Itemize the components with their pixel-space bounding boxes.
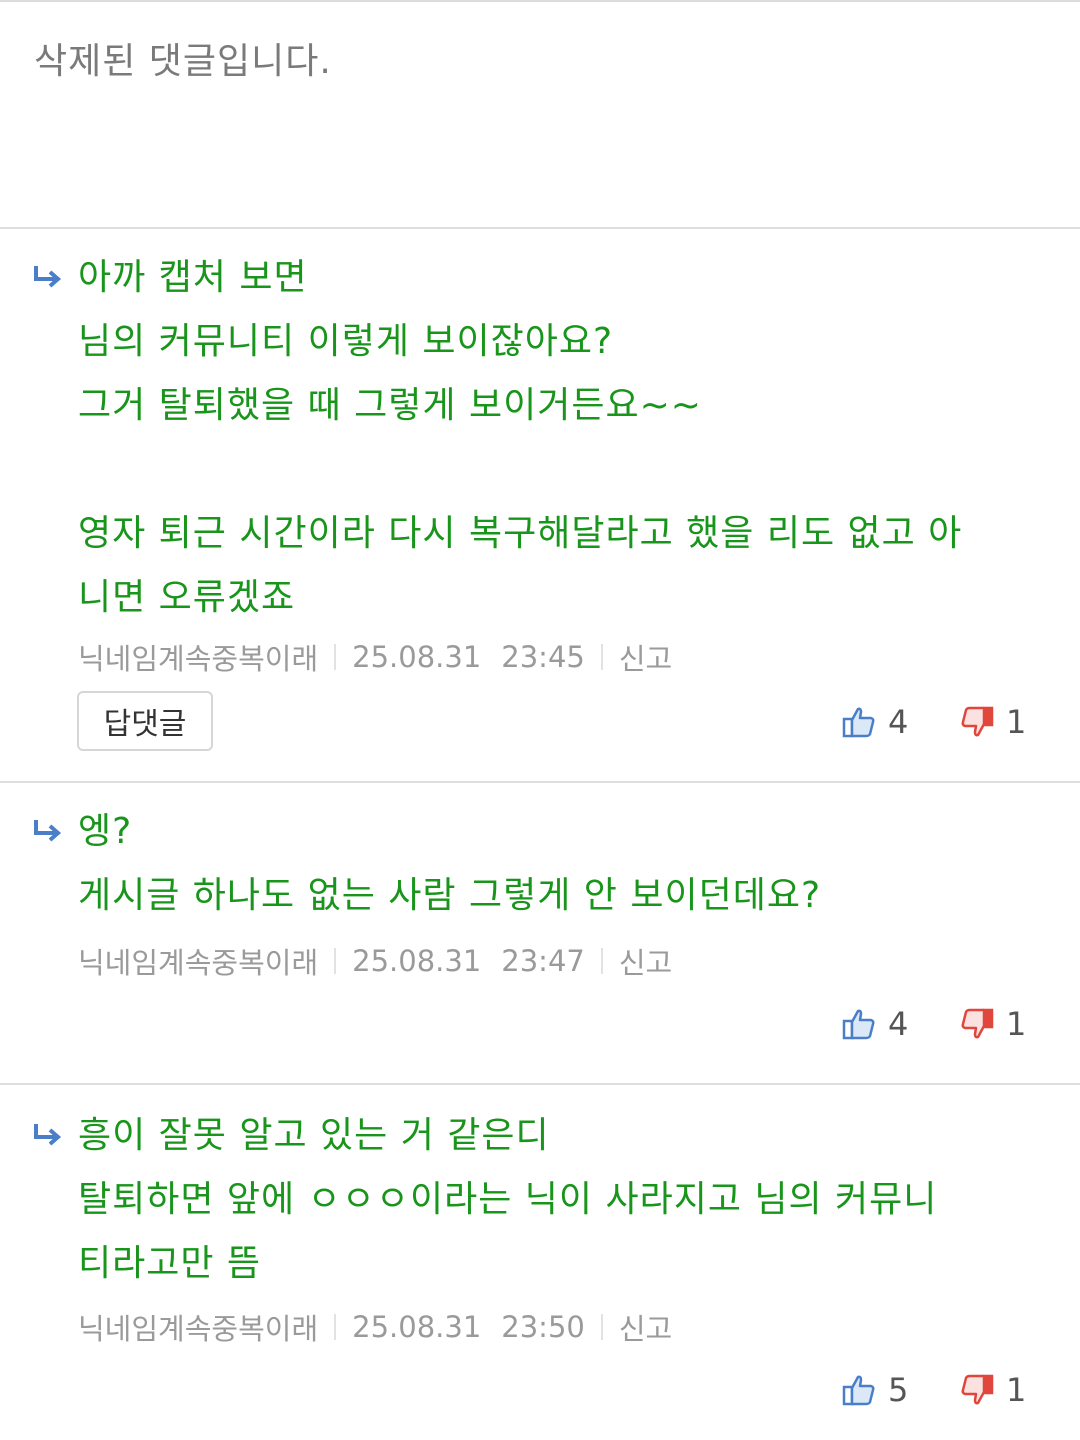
comment-time: 23:45 bbox=[501, 640, 585, 674]
reply-arrow-icon bbox=[34, 820, 62, 842]
deleted-comment: 삭제된 댓글입니다. bbox=[0, 2, 1080, 227]
reply-blank-line bbox=[78, 438, 1038, 502]
thumbs-up-icon bbox=[842, 707, 875, 738]
reply-line: 흥이 잘못 알고 있는 거 같은디 bbox=[78, 1115, 550, 1156]
reply-line: 그거 탈퇴했을 때 그렇게 보이거든요~~ bbox=[78, 385, 702, 426]
reply-line: 니면 오류겠죠 bbox=[78, 577, 296, 618]
reply-comment: 엥? 게시글 하나도 없는 사람 그렇게 안 보이던데요? 닉네임계속중복이래 … bbox=[0, 783, 1080, 1083]
meta-separator bbox=[334, 644, 337, 670]
reply-line: 아까 캡처 보면 bbox=[78, 257, 308, 298]
report-link[interactable]: 신고 bbox=[619, 636, 672, 678]
thumbs-down-icon bbox=[961, 1008, 994, 1039]
reply-button[interactable]: 답댓글 bbox=[77, 691, 213, 751]
meta-separator bbox=[600, 644, 603, 670]
thumbs-up-icon bbox=[842, 1009, 875, 1040]
reply-line: 엥? bbox=[78, 811, 133, 852]
comment-meta: 닉네임계속중복이래 25.08.31 23:50 신고 bbox=[78, 1307, 672, 1347]
meta-separator bbox=[334, 948, 337, 974]
report-link[interactable]: 신고 bbox=[619, 1306, 672, 1348]
comment-date: 25.08.31 bbox=[352, 640, 482, 674]
like-count: 4 bbox=[888, 703, 909, 741]
comment-time: 23:47 bbox=[501, 944, 585, 978]
reply-line: 님의 커뮤니티 이렇게 보이잖아요? bbox=[78, 321, 614, 362]
reply-comment: 흥이 잘못 알고 있는 거 같은디 탈퇴하면 앞에 ㅇㅇㅇ이라는 닉이 사라지고… bbox=[0, 1085, 1080, 1440]
like-count: 5 bbox=[888, 1371, 909, 1409]
reply-text: 아까 캡처 보면 님의 커뮤니티 이렇게 보이잖아요? 그거 탈퇴했을 때 그렇… bbox=[78, 246, 1038, 630]
meta-separator bbox=[600, 1314, 603, 1340]
author-name[interactable]: 닉네임계속중복이래 bbox=[78, 636, 318, 678]
reply-text: 엥? 게시글 하나도 없는 사람 그렇게 안 보이던데요? bbox=[78, 800, 1038, 928]
reply-arrow-icon bbox=[34, 266, 62, 288]
author-name[interactable]: 닉네임계속중복이래 bbox=[78, 1306, 318, 1348]
meta-separator bbox=[600, 948, 603, 974]
meta-separator bbox=[334, 1314, 337, 1340]
reply-line: 탈퇴하면 앞에 ㅇㅇㅇ이라는 닉이 사라지고 님의 커뮤니 bbox=[78, 1179, 938, 1220]
like-button[interactable]: 5 bbox=[842, 1370, 908, 1410]
thumbs-down-icon bbox=[961, 706, 994, 737]
dislike-button[interactable]: 1 bbox=[960, 702, 1026, 742]
like-button[interactable]: 4 bbox=[842, 702, 908, 742]
report-link[interactable]: 신고 bbox=[619, 940, 672, 982]
reply-line: 게시글 하나도 없는 사람 그렇게 안 보이던데요? bbox=[78, 875, 822, 916]
thumbs-down-icon bbox=[961, 1374, 994, 1405]
deleted-comment-text: 삭제된 댓글입니다. bbox=[34, 41, 332, 82]
reply-arrow-icon bbox=[34, 1124, 62, 1146]
dislike-button[interactable]: 1 bbox=[960, 1004, 1026, 1044]
reply-text: 흥이 잘못 알고 있는 거 같은디 탈퇴하면 앞에 ㅇㅇㅇ이라는 닉이 사라지고… bbox=[78, 1104, 1038, 1296]
thumbs-up-icon bbox=[842, 1375, 875, 1406]
comment-date: 25.08.31 bbox=[352, 1310, 482, 1344]
comment-meta: 닉네임계속중복이래 25.08.31 23:47 신고 bbox=[78, 941, 672, 981]
dislike-count: 1 bbox=[1006, 1005, 1027, 1043]
dislike-count: 1 bbox=[1006, 1371, 1027, 1409]
author-name[interactable]: 닉네임계속중복이래 bbox=[78, 940, 318, 982]
like-button[interactable]: 4 bbox=[842, 1004, 908, 1044]
like-count: 4 bbox=[888, 1005, 909, 1043]
comment-meta: 닉네임계속중복이래 25.08.31 23:45 신고 bbox=[78, 637, 672, 677]
reply-line: 티라고만 뜸 bbox=[78, 1243, 262, 1284]
comment-time: 23:50 bbox=[501, 1310, 585, 1344]
dislike-count: 1 bbox=[1006, 703, 1027, 741]
dislike-button[interactable]: 1 bbox=[960, 1370, 1026, 1410]
reply-line: 영자 퇴근 시간이라 다시 복구해달라고 했을 리도 없고 아 bbox=[78, 513, 963, 554]
reply-comment: 아까 캡처 보면 님의 커뮤니티 이렇게 보이잖아요? 그거 탈퇴했을 때 그렇… bbox=[0, 229, 1080, 781]
comment-date: 25.08.31 bbox=[352, 944, 482, 978]
